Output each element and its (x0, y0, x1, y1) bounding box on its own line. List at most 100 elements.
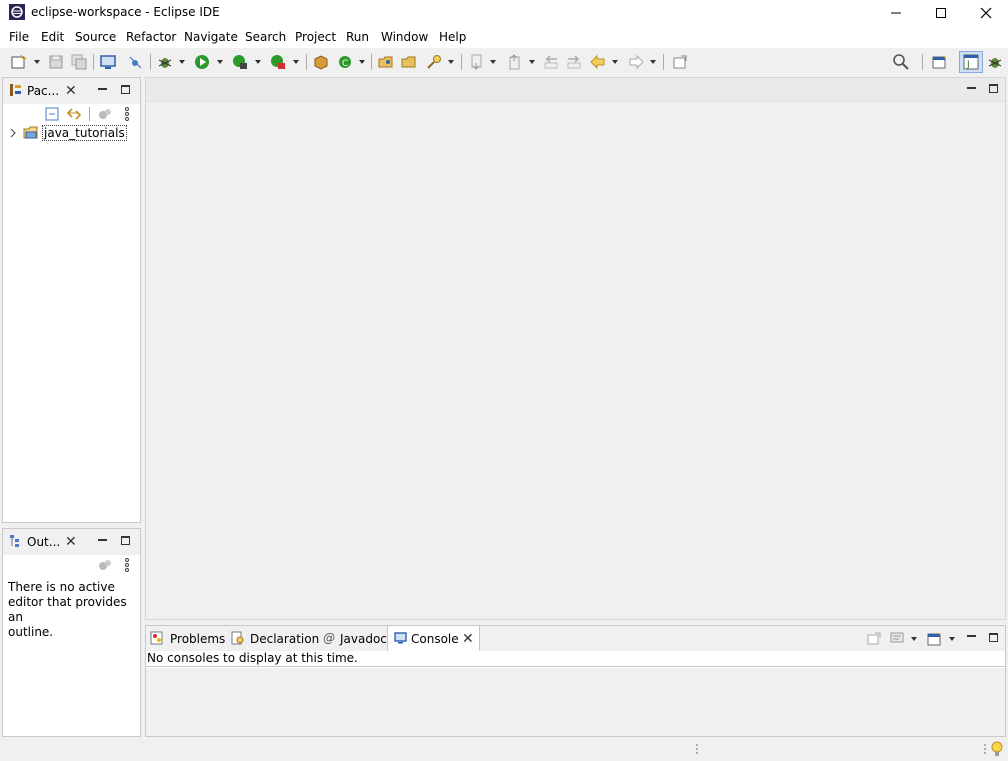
coverage-icon[interactable] (231, 53, 249, 71)
close-outline-icon[interactable]: ✕ (65, 535, 77, 549)
tip-lightbulb-icon[interactable] (990, 741, 1004, 758)
previous-annotation-dropdown-icon[interactable] (529, 60, 535, 64)
menu-refactor[interactable]: Refactor (126, 30, 176, 44)
search-tool-icon[interactable] (425, 53, 443, 71)
menu-bar: File Edit Source Refactor Navigate Searc… (0, 26, 1008, 48)
forward-dropdown-icon[interactable] (650, 60, 656, 64)
back-dropdown-icon[interactable] (612, 60, 618, 64)
problems-icon (150, 631, 163, 645)
package-explorer-header: Pac... ✕ (3, 78, 140, 104)
menu-file[interactable]: File (9, 30, 29, 44)
terminal-icon[interactable] (99, 53, 117, 71)
previous-annotation-icon[interactable] (506, 53, 524, 71)
bottom-panel-header: Problems Declaration @ Javadoc Console ✕ (146, 626, 1005, 651)
tab-declaration[interactable]: Declaration (230, 626, 320, 651)
close-console-icon[interactable]: ✕ (462, 632, 474, 646)
menu-search[interactable]: Search (245, 30, 286, 44)
tab-package-explorer[interactable]: Pac... (27, 84, 59, 98)
tree-item-java-tutorials[interactable]: java_tutorials (3, 124, 133, 142)
open-task-icon[interactable] (400, 53, 418, 71)
view-menu-icon[interactable] (124, 106, 130, 122)
run-icon[interactable] (193, 53, 211, 71)
menu-source[interactable]: Source (75, 30, 116, 44)
new-dropdown-icon[interactable] (34, 60, 40, 64)
view-menu-icon[interactable] (124, 557, 130, 573)
collapse-all-icon[interactable] (45, 107, 59, 121)
menu-edit[interactable]: Edit (41, 30, 64, 44)
status-bar-handle-icon[interactable] (982, 743, 988, 757)
debug-dropdown-icon[interactable] (179, 60, 185, 64)
skip-breakpoints-icon[interactable] (127, 53, 145, 71)
focus-active-task-icon[interactable] (98, 107, 112, 121)
display-selected-console-icon[interactable] (889, 630, 905, 646)
new-icon[interactable] (10, 53, 28, 71)
forward-icon[interactable] (627, 53, 645, 71)
close-package-explorer-icon[interactable]: ✕ (65, 84, 77, 98)
display-selected-console-dropdown-icon[interactable] (911, 637, 917, 641)
java-perspective-icon: J (963, 54, 979, 70)
maximize-package-explorer-icon[interactable] (121, 85, 130, 94)
toolbar-separator (371, 54, 372, 70)
console-body (146, 668, 1005, 736)
new-java-package-icon[interactable] (312, 53, 330, 71)
minimize-bottom-panel-icon[interactable] (967, 635, 976, 637)
maximize-outline-icon[interactable] (121, 536, 130, 545)
menu-window[interactable]: Window (381, 30, 428, 44)
debug-perspective-icon[interactable] (986, 53, 1004, 71)
debug-icon[interactable] (156, 53, 174, 71)
window-title: eclipse-workspace - Eclipse IDE (31, 5, 220, 19)
pin-editor-icon[interactable] (671, 53, 689, 71)
status-bar-handle-icon[interactable] (694, 743, 700, 757)
minimize-outline-icon[interactable] (98, 539, 107, 541)
maximize-bottom-panel-icon[interactable] (989, 633, 998, 642)
package-explorer-icon (10, 84, 21, 96)
editor-header (146, 78, 1005, 102)
svg-text:C: C (342, 59, 348, 69)
java-perspective-button[interactable]: J (959, 51, 983, 73)
package-explorer-panel: Pac... ✕ java_tutorials (2, 77, 141, 523)
coverage-dropdown-icon[interactable] (255, 60, 261, 64)
run-dropdown-icon[interactable] (217, 60, 223, 64)
toolbar-separator (663, 54, 664, 70)
declaration-icon (231, 631, 244, 645)
external-tools-dropdown-icon[interactable] (293, 60, 299, 64)
outline-icon (10, 535, 19, 547)
next-annotation-dropdown-icon[interactable] (490, 60, 496, 64)
maximize-editor-icon[interactable] (989, 84, 998, 93)
project-folder-icon (23, 126, 38, 139)
open-type-icon[interactable] (377, 53, 395, 71)
link-with-editor-icon[interactable] (66, 107, 82, 121)
back-icon[interactable] (589, 53, 607, 71)
menu-run[interactable]: Run (346, 30, 369, 44)
new-java-class-icon[interactable]: C (337, 53, 355, 71)
next-annotation-icon[interactable] (468, 53, 486, 71)
tab-console[interactable]: Console ✕ (387, 626, 480, 651)
minimize-package-explorer-icon[interactable] (98, 88, 107, 90)
menu-help[interactable]: Help (439, 30, 466, 44)
search-icon[interactable] (892, 53, 910, 71)
chevron-right-icon[interactable] (9, 128, 17, 138)
open-perspective-icon[interactable] (931, 53, 949, 71)
open-console-icon[interactable] (926, 630, 943, 647)
minimize-window-button[interactable] (873, 0, 919, 26)
minimize-icon (891, 12, 901, 14)
menu-navigate[interactable]: Navigate (184, 30, 238, 44)
last-edit-location-icon[interactable] (542, 53, 560, 71)
menu-project[interactable]: Project (295, 30, 336, 44)
open-console-dropdown-icon[interactable] (949, 637, 955, 641)
focus-active-task-icon[interactable] (98, 558, 112, 572)
new-java-class-dropdown-icon[interactable] (359, 60, 365, 64)
tab-outline[interactable]: Out... (27, 535, 60, 549)
save-all-icon[interactable] (70, 53, 88, 71)
external-tools-icon[interactable] (269, 53, 287, 71)
toolbar-separator (150, 54, 151, 70)
pin-console-icon[interactable] (866, 630, 882, 646)
minimize-editor-icon[interactable] (967, 87, 976, 89)
close-window-button[interactable] (963, 0, 1008, 26)
tab-problems[interactable]: Problems (149, 626, 229, 651)
save-icon[interactable] (47, 53, 65, 71)
maximize-window-button[interactable] (918, 0, 964, 26)
search-tool-dropdown-icon[interactable] (448, 60, 454, 64)
tab-javadoc[interactable]: @ Javadoc (321, 626, 387, 651)
forward-edit-location-icon[interactable] (565, 53, 583, 71)
